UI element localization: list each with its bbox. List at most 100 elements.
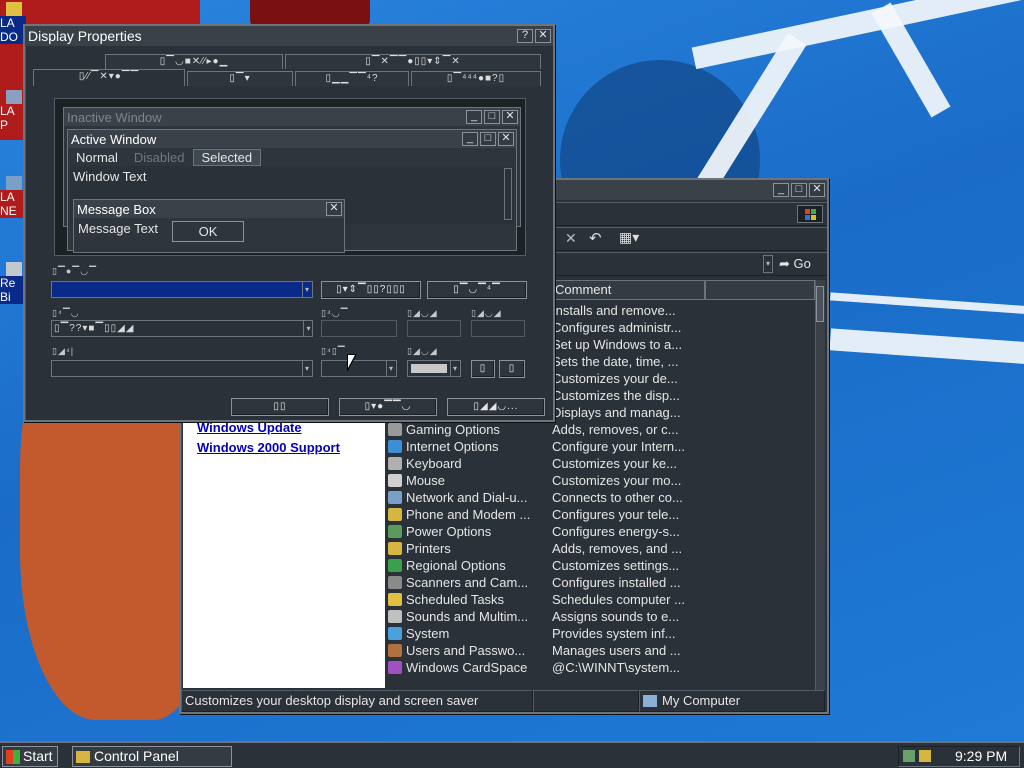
display-properties-titlebar[interactable]: Display Properties ? ✕ [25, 26, 553, 46]
taskbar: Start Control Panel 9:29 PM [0, 741, 1024, 768]
tab-appearance[interactable]: ▯⁄⁄▔✕▾●▔▔ [33, 69, 185, 86]
list-item[interactable]: Sounds and Multim... Assigns sounds to e.… [386, 608, 722, 625]
font-color-picker[interactable]: ▾ [407, 360, 461, 377]
list-item[interactable]: Keyboard Customizes your ke... [386, 455, 722, 472]
list-item-name: Keyboard [406, 456, 462, 471]
color2-label: ▯◢◡◢ [471, 308, 502, 318]
control-panel-applet-icon [388, 559, 402, 572]
list-item[interactable]: Regional Options Customizes settings... [386, 557, 722, 574]
list-item-name: Network and Dial-u... [406, 490, 528, 505]
tab-5[interactable]: ▯▁▁▔▔⁴? [295, 71, 409, 86]
list-item[interactable]: Users and Passwo... Manages users and ... [386, 642, 722, 659]
link-windows-2000-support[interactable]: Windows 2000 Support [197, 440, 340, 455]
list-item-comment: Schedules computer ... [552, 592, 685, 607]
font-size-dropdown-icon[interactable]: ▾ [386, 361, 396, 376]
address-dropdown-icon[interactable]: ▾ [763, 255, 773, 273]
minimize-button[interactable]: _ [773, 183, 789, 197]
list-item-comment: Configures administr... [552, 320, 682, 335]
list-item-comment: Customizes your ke... [552, 456, 677, 471]
views-icon[interactable]: ▦▾ [619, 229, 639, 246]
list-item-name: Windows CardSpace [406, 660, 528, 675]
preview-close-icon: ✕ [502, 110, 518, 124]
computer-icon [6, 90, 22, 104]
column-header-blank[interactable] [705, 280, 815, 300]
undo-icon[interactable]: ↶ [589, 229, 602, 247]
delete-button[interactable]: ▯▔◡▔⁴▔ [427, 281, 527, 299]
scheme-dropdown-icon[interactable]: ▾ [302, 282, 312, 297]
italic-button[interactable]: ▯ [499, 360, 525, 378]
go-label: Go [793, 256, 811, 271]
list-item[interactable]: System Provides system inf... [386, 625, 722, 642]
apply-button[interactable]: ▯◢◢◡... [447, 398, 545, 416]
column-header-comment[interactable]: Comment [550, 280, 705, 300]
close-button[interactable]: ✕ [809, 183, 825, 197]
list-item[interactable]: Mouse Customizes your mo... [386, 472, 722, 489]
tray-network-icon[interactable] [903, 750, 915, 762]
my-computer-icon [643, 695, 657, 707]
tab-2[interactable]: ▯▔✕▔▔●▯▯▾⇕▔✕ [285, 54, 541, 69]
help-button[interactable]: ? [517, 29, 533, 43]
appearance-preview[interactable]: Inactive Window _ □ ✕ Active Window _ □ … [54, 98, 526, 256]
item-dropdown-icon[interactable]: ▾ [303, 321, 313, 336]
active-window-title: Active Window [71, 131, 157, 147]
ok-button[interactable]: ▯▯ [231, 398, 329, 416]
preview-msgbox-titlebar: Message Box ✕ [74, 200, 344, 218]
delete-icon[interactable]: ✕ [565, 230, 577, 247]
control-panel-applet-icon [388, 644, 402, 657]
preview-maximize-icon: □ [484, 110, 500, 124]
font-select[interactable]: ▾ [51, 360, 313, 377]
font-size-select[interactable]: ▾ [321, 360, 397, 377]
scrollbar-thumb[interactable] [816, 286, 824, 322]
tab-1[interactable]: ▯▔◡■✕⁄⁄▸●▁ [105, 54, 283, 69]
tab-4[interactable]: ▯▔▾ [187, 71, 293, 86]
tab-6[interactable]: ▯▔⁴⁴⁴●■?▯ [411, 71, 541, 86]
bold-button[interactable]: ▯ [471, 360, 495, 378]
list-item-comment: Manages users and ... [552, 643, 681, 658]
list-item[interactable]: Scanners and Cam... Configures installed … [386, 574, 722, 591]
list-item[interactable]: Internet Options Configure your Intern... [386, 438, 722, 455]
inactive-window-title: Inactive Window [67, 109, 162, 125]
list-item[interactable]: Gaming Options Adds, removes, or c... [386, 421, 722, 438]
clock[interactable]: 9:29 PM [955, 747, 1007, 766]
scheme-select[interactable]: ▾ [51, 281, 313, 298]
item-label: ▯⁴▔◡ [52, 308, 80, 318]
list-item-comment: Installs and remove... [552, 303, 676, 318]
control-panel-applet-icon [388, 593, 402, 606]
start-label: Start [23, 748, 53, 764]
list-item[interactable]: Network and Dial-u... Connects to other c… [386, 489, 722, 506]
list-item[interactable]: Windows CardSpace @C:\WINNT\system... [386, 659, 722, 676]
control-panel-applet-icon [388, 661, 402, 674]
font-color-dropdown-icon[interactable]: ▾ [450, 361, 460, 376]
list-item-comment: Configures your tele... [552, 507, 680, 522]
list-item-comment: Displays and manag... [552, 405, 681, 420]
list-item[interactable]: Scheduled Tasks Schedules computer ... [386, 591, 722, 608]
taskbar-item-control-panel[interactable]: Control Panel [72, 746, 232, 767]
list-item-comment: Set up Windows to a... [552, 337, 683, 352]
preview-close-icon: ✕ [326, 202, 342, 216]
message-box-text: Message Text [78, 221, 158, 236]
preview-minimize-icon: _ [462, 132, 478, 146]
list-item-name: Printers [406, 541, 451, 556]
link-windows-update[interactable]: Windows Update [197, 420, 302, 435]
list-item[interactable]: Phone and Modem ... Configures your tele.… [386, 506, 722, 523]
maximize-button[interactable]: □ [791, 183, 807, 197]
vertical-scrollbar[interactable] [815, 280, 825, 690]
list-item[interactable]: Power Options Configures energy-s... [386, 523, 722, 540]
font-dropdown-icon[interactable]: ▾ [302, 361, 312, 376]
font-size-label: ▯⁴▯▔ [321, 346, 346, 356]
cancel-button[interactable]: ▯▾●▔▔◡ [339, 398, 437, 416]
close-button[interactable]: ✕ [535, 29, 551, 43]
go-button[interactable]: ➦ Go [779, 255, 811, 273]
save-as-button[interactable]: ▯▾⇕▔▯▯?▯▯▯ [321, 281, 421, 299]
preview-menu-disabled: Disabled [133, 149, 185, 165]
list-item[interactable]: Printers Adds, removes, and ... [386, 540, 722, 557]
preview-menu-row: Normal Disabled Selected [68, 148, 516, 166]
item-size-spinner[interactable] [321, 320, 397, 337]
font-color-label: ▯◢◡◢ [407, 346, 438, 356]
color2-picker[interactable] [471, 320, 525, 337]
tray-volume-icon[interactable] [919, 750, 931, 762]
color1-picker[interactable] [407, 320, 461, 337]
item-select[interactable]: ▯▔??▾■▔▯▯◢◢ [51, 320, 313, 337]
font-color-swatch [411, 364, 447, 373]
start-button[interactable]: Start [2, 746, 58, 767]
